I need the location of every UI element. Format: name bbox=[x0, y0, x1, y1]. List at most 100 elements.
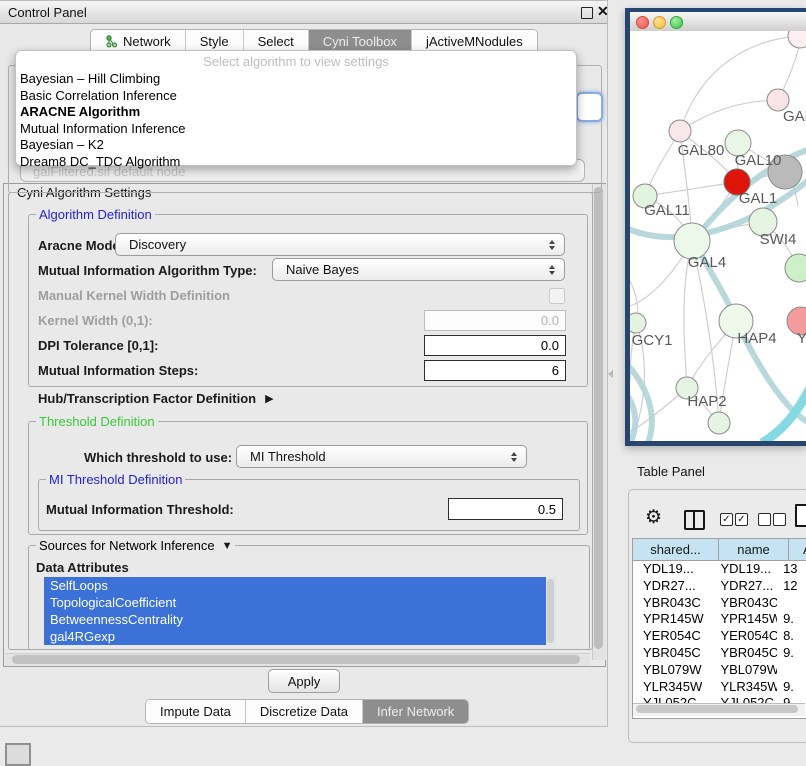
hub-definition-expander[interactable]: Hub/Transcription Factor Definition ▶ bbox=[38, 391, 274, 406]
manual-kernel-checkbox[interactable] bbox=[549, 288, 565, 304]
column-header-partial[interactable]: A bbox=[789, 539, 806, 561]
checkbox-checked-icon[interactable]: ✓ bbox=[720, 513, 733, 526]
dropdown-item[interactable]: Mutual Information Inference bbox=[16, 121, 576, 138]
table-scrollbar-thumb[interactable] bbox=[636, 705, 798, 713]
tab-label: Style bbox=[200, 34, 229, 49]
tab-impute-data[interactable]: Impute Data bbox=[146, 700, 246, 723]
table-row[interactable]: YBR045C YBR045C 9. bbox=[633, 645, 805, 662]
algorithm-definition-title: Algorithm Definition bbox=[36, 207, 155, 222]
data-attributes-list[interactable]: SelfLoops TopologicalCoefficient Between… bbox=[44, 577, 546, 649]
splitter-handle[interactable] bbox=[608, 370, 613, 378]
kernel-width-field[interactable]: 0.0 bbox=[424, 310, 566, 331]
cell-value: 9. bbox=[777, 611, 805, 628]
table-panel-title: Table Panel bbox=[637, 464, 705, 479]
node-label: SWI4 bbox=[760, 231, 797, 248]
apply-button[interactable]: Apply bbox=[268, 669, 340, 693]
table-rows[interactable]: YDL19... YDL19... 13 YDR27... YDR27... 1… bbox=[633, 561, 805, 703]
node-label: GAL bbox=[783, 108, 806, 125]
table-row[interactable]: YJL052C YJL052C 9. bbox=[633, 695, 805, 703]
control-panel-window: Control Panel ✕ Network Style Select Cyn… bbox=[0, 0, 608, 727]
table-row[interactable]: YBL079W YBL079W bbox=[633, 662, 805, 679]
mi-threshold-field[interactable]: 0.5 bbox=[448, 498, 563, 520]
minimize-traffic-light-icon[interactable] bbox=[653, 16, 666, 29]
dropdown-item[interactable]: Basic Correlation Inference bbox=[16, 88, 576, 105]
network-node[interactable] bbox=[708, 412, 730, 434]
cell-name: YDL19... bbox=[712, 561, 777, 578]
dropdown-item-selected[interactable]: ARACNE Algorithm bbox=[16, 104, 576, 121]
vertical-scrollbar-thumb[interactable] bbox=[594, 187, 603, 649]
tab-discretize-data[interactable]: Discretize Data bbox=[246, 700, 363, 723]
cell-shared-name: YDR27... bbox=[633, 578, 712, 595]
algorithm-combobox-focused[interactable] bbox=[576, 92, 603, 122]
mi-steps-field[interactable]: 6 bbox=[424, 360, 566, 381]
attribute-item-selected[interactable]: SelfLoops bbox=[44, 577, 546, 594]
attribute-item-selected[interactable]: TopologicalCoefficient bbox=[44, 594, 546, 611]
control-panel-title: Control Panel bbox=[8, 5, 87, 20]
attribute-item-selected[interactable]: gal4RGexp bbox=[44, 628, 546, 645]
close-traffic-light-icon[interactable] bbox=[636, 16, 649, 29]
column-header-shared-name[interactable]: shared... bbox=[633, 539, 719, 561]
aracne-mode-combobox[interactable]: Discovery bbox=[115, 233, 565, 256]
cell-shared-name: YBL079W bbox=[633, 662, 712, 679]
cell-value: 9. bbox=[777, 645, 805, 662]
horizontal-scrollbar-thumb[interactable] bbox=[12, 655, 580, 664]
table-row[interactable]: YBR043C YBR043C bbox=[633, 595, 805, 612]
cell-value: 12 bbox=[777, 578, 805, 595]
mi-type-combobox[interactable]: Naive Bayes bbox=[272, 258, 565, 281]
which-threshold-label: Which threshold to use: bbox=[84, 450, 232, 465]
table-row[interactable]: YER054C YER054C 8. bbox=[633, 628, 805, 645]
float-panel-icon[interactable] bbox=[581, 7, 593, 19]
checkbox-checked-icon[interactable]: ✓ bbox=[735, 513, 748, 526]
node-label: Y bbox=[797, 330, 806, 347]
table-row[interactable]: YDR27... YDR27... 12 bbox=[633, 578, 805, 595]
data-attributes-label: Data Attributes bbox=[36, 560, 129, 575]
cell-value: 9. bbox=[777, 695, 805, 703]
cell-shared-name: YBR043C bbox=[633, 595, 712, 612]
aracne-mode-label: Aracne Mode: bbox=[38, 238, 124, 253]
cell-value: 9. bbox=[777, 679, 805, 696]
dropdown-item[interactable]: Dream8 DC_TDC Algorithm bbox=[16, 154, 576, 171]
cell-shared-name: YPR145W bbox=[633, 611, 712, 628]
list-scrollbar-thumb[interactable] bbox=[547, 579, 554, 643]
columns-icon[interactable] bbox=[684, 510, 705, 530]
network-canvas[interactable]: GAL GAL80 GAL10 GAL1 GAL11 SWI4 GAL4 GCY… bbox=[630, 31, 806, 441]
tab-infer-network[interactable]: Infer Network bbox=[363, 700, 468, 723]
checkbox-unchecked-icon[interactable] bbox=[773, 513, 786, 526]
table-row[interactable]: YLR345W YLR345W 9. bbox=[633, 679, 805, 696]
dpi-tolerance-label: DPI Tolerance [0,1]: bbox=[38, 338, 158, 353]
list-scrollbar[interactable] bbox=[546, 577, 556, 649]
close-icon[interactable]: ✕ bbox=[597, 3, 609, 20]
node-label: HAP2 bbox=[687, 393, 726, 410]
cell-name: YLR345W bbox=[712, 679, 777, 696]
gear-icon[interactable]: ⚙ bbox=[645, 506, 662, 529]
bottom-tabbar: Impute Data Discretize Data Infer Networ… bbox=[145, 699, 469, 724]
mi-type-value: Naive Bayes bbox=[286, 262, 359, 277]
network-tab-icon bbox=[105, 35, 118, 48]
dropdown-placeholder: Select algorithm to view settings bbox=[16, 53, 576, 71]
dropdown-item[interactable]: Bayesian – K2 bbox=[16, 137, 576, 154]
network-node[interactable] bbox=[788, 31, 806, 48]
node-label: GCY1 bbox=[632, 332, 673, 349]
network-node[interactable] bbox=[785, 254, 806, 282]
manual-kernel-label: Manual Kernel Width Definition bbox=[38, 288, 230, 303]
table-row[interactable]: YDL19... YDL19... 13 bbox=[633, 561, 805, 578]
sources-expander[interactable]: Sources for Network Inference ▼ bbox=[36, 538, 235, 553]
which-threshold-value: MI Threshold bbox=[250, 449, 326, 464]
table-row[interactable]: YPR145W YPR145W 9. bbox=[633, 611, 805, 628]
dpi-tolerance-field[interactable]: 0.0 bbox=[424, 335, 566, 356]
cell-name: YBR043C bbox=[712, 595, 777, 612]
minimized-panel-icon[interactable] bbox=[5, 743, 31, 766]
attribute-item-selected[interactable]: BetweennessCentrality bbox=[44, 611, 546, 628]
cell-value bbox=[777, 662, 805, 679]
zoom-traffic-light-icon[interactable] bbox=[670, 16, 683, 29]
column-header-name[interactable]: name bbox=[719, 539, 789, 561]
tab-label: Cyni Toolbox bbox=[323, 34, 397, 49]
control-panel-titlebar[interactable]: Control Panel ✕ bbox=[0, 1, 607, 24]
checkbox-unchecked-icon[interactable] bbox=[758, 513, 771, 526]
new-table-icon[interactable] bbox=[795, 504, 806, 527]
which-threshold-combobox[interactable]: MI Threshold bbox=[236, 445, 527, 468]
network-node-gal80[interactable] bbox=[669, 120, 691, 142]
network-node-gcy1[interactable] bbox=[630, 313, 646, 333]
tab-label: Infer Network bbox=[377, 704, 454, 719]
dropdown-item[interactable]: Bayesian – Hill Climbing bbox=[16, 71, 576, 88]
